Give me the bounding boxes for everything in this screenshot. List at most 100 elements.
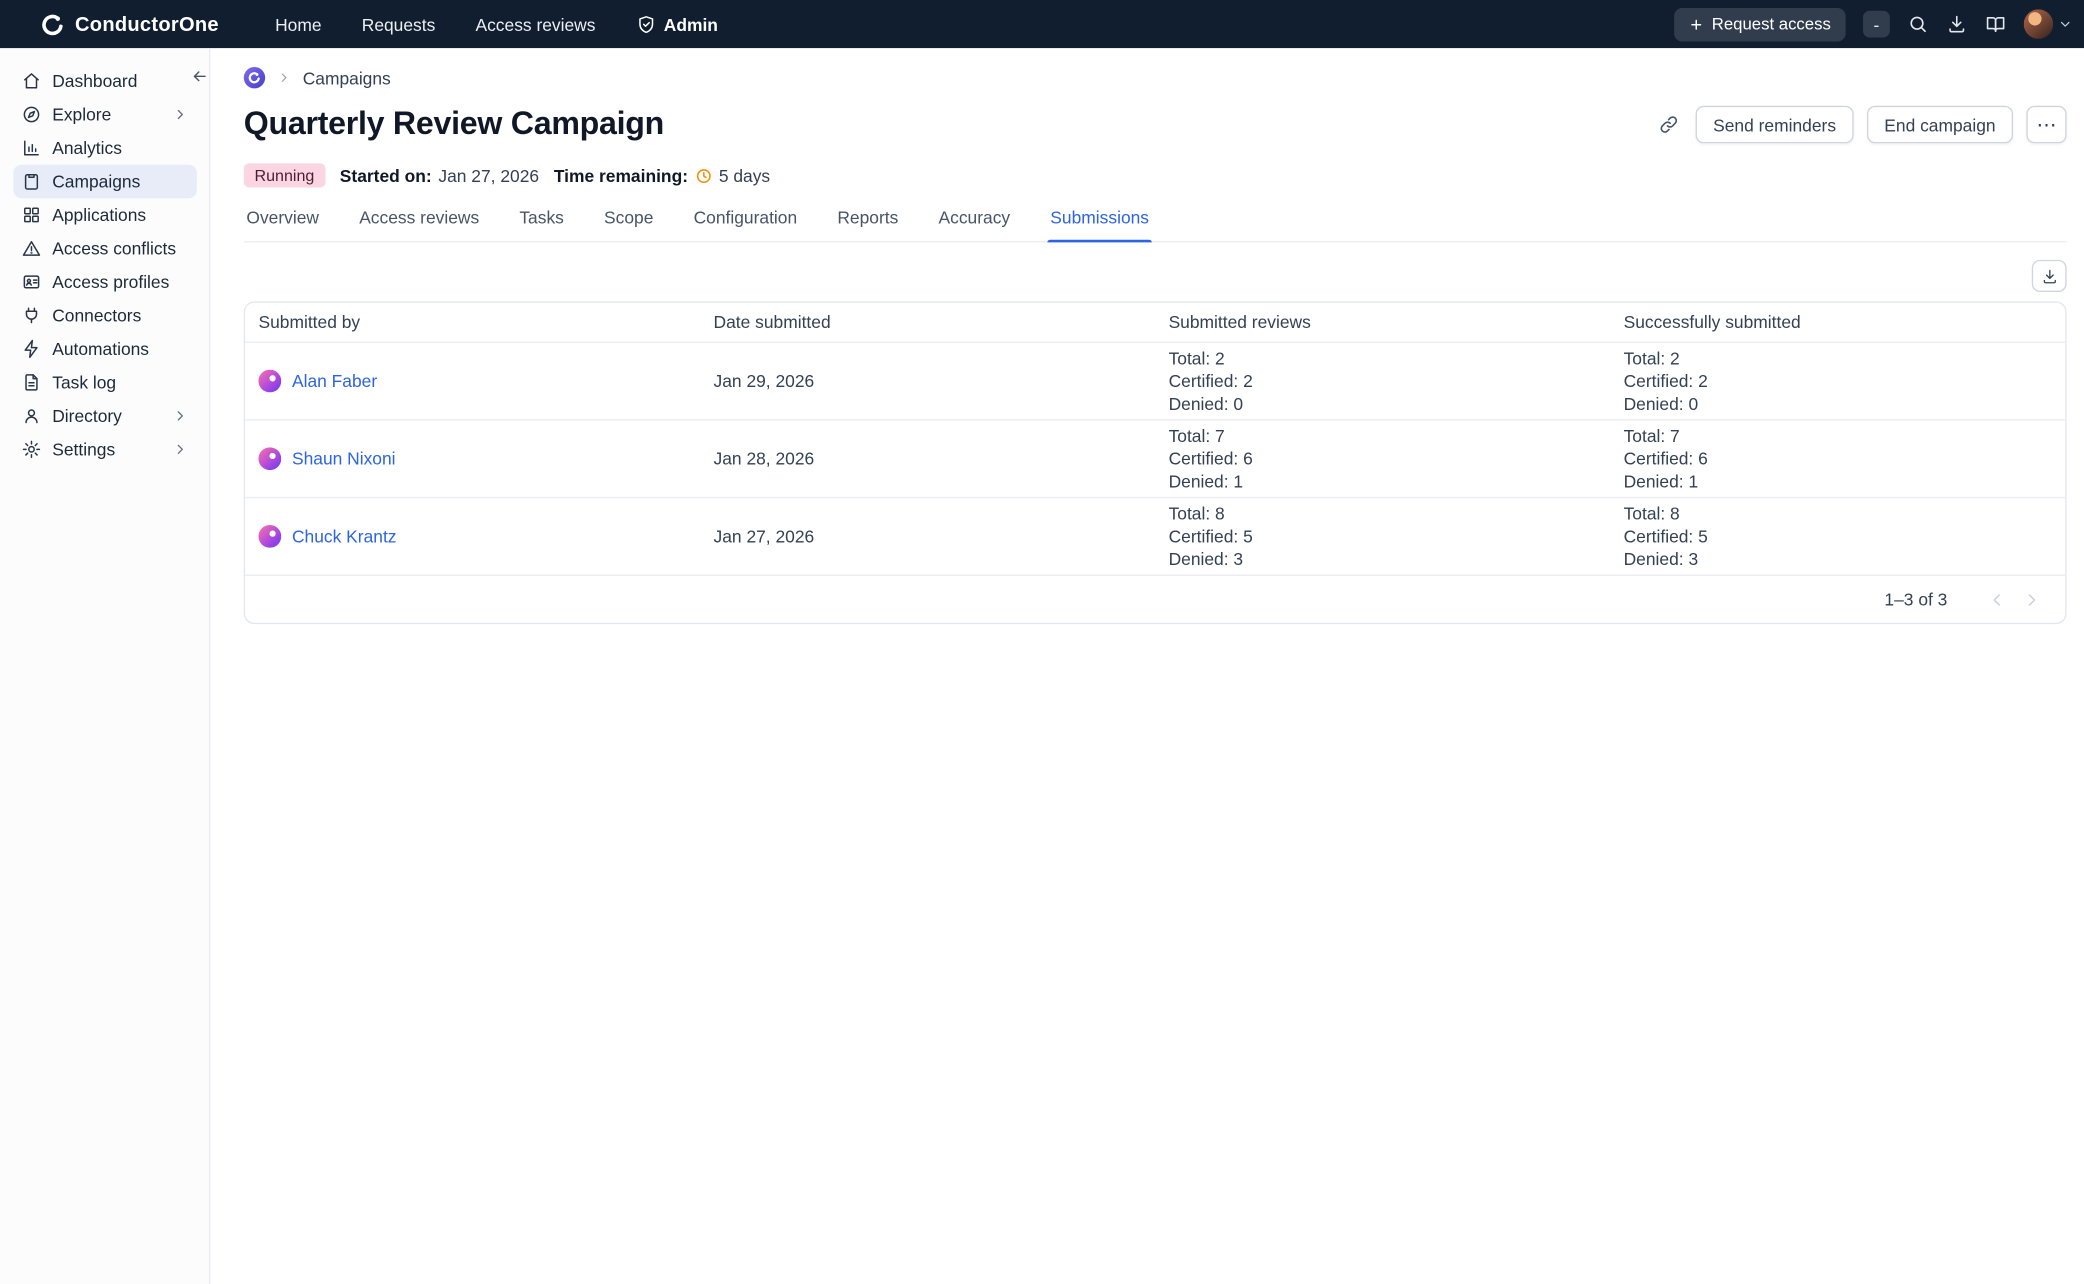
total-line: Total: 7: [1624, 425, 2066, 448]
docs-button[interactable]: [1985, 13, 2006, 34]
next-page-button[interactable]: [2014, 582, 2049, 617]
chevron-down-icon: [2057, 16, 2073, 32]
download-icon: [2040, 267, 2057, 284]
sidebar-item-directory[interactable]: Directory: [13, 399, 196, 432]
total-line: Total: 2: [1624, 347, 2066, 370]
sidebar-item-dashboard[interactable]: Dashboard: [13, 64, 196, 97]
topbar-actions: Request access -: [1674, 7, 2073, 40]
request-access-label: Request access: [1712, 15, 1831, 34]
avatar: [258, 447, 281, 470]
tab-access-reviews[interactable]: Access reviews: [357, 208, 482, 241]
date-cell: Jan 29, 2026: [700, 371, 1155, 391]
arrow-left-icon: [190, 67, 209, 86]
certified-line: Certified: 2: [1624, 370, 2066, 393]
sidebar-item-label: Connectors: [52, 305, 141, 325]
successfully-submitted-cell: Total: 7 Certified: 6 Denied: 1: [1610, 425, 2065, 493]
total-line: Total: 7: [1169, 425, 1611, 448]
chevron-right-icon: [171, 106, 188, 123]
more-actions-button[interactable]: ⋯: [2026, 106, 2066, 144]
submitted-reviews-cell: Total: 7 Certified: 6 Denied: 1: [1155, 425, 1610, 493]
table-row: Shaun Nixoni Jan 28, 2026 Total: 7 Certi…: [245, 419, 2065, 497]
submitted-reviews-cell: Total: 2 Certified: 2 Denied: 0: [1155, 347, 1610, 415]
sidebar-item-access-profiles[interactable]: Access profiles: [13, 265, 196, 298]
pagination-range: 1–3 of 3: [1884, 589, 1947, 609]
avatar: [258, 525, 281, 548]
tab-scope[interactable]: Scope: [601, 208, 656, 241]
shortcut-button[interactable]: -: [1863, 11, 1890, 38]
brand[interactable]: ConductorOne: [40, 11, 219, 36]
denied-line: Denied: 1: [1169, 470, 1611, 493]
tab-accuracy[interactable]: Accuracy: [936, 208, 1013, 241]
total-line: Total: 8: [1169, 502, 1611, 525]
tab-submissions[interactable]: Submissions: [1048, 208, 1152, 241]
tab-configuration[interactable]: Configuration: [691, 208, 800, 241]
sidebar-item-analytics[interactable]: Analytics: [13, 131, 196, 164]
date-cell: Jan 28, 2026: [700, 449, 1155, 469]
home-icon: [21, 71, 41, 91]
time-remaining-label: Time remaining:: [554, 165, 688, 185]
tab-overview[interactable]: Overview: [244, 208, 322, 241]
nav-admin[interactable]: Admin: [636, 14, 718, 34]
started-on-label: Started on:: [340, 165, 432, 185]
sidebar-item-explore[interactable]: Explore: [13, 98, 196, 131]
sidebar-item-task-log[interactable]: Task log: [13, 366, 196, 399]
user-menu[interactable]: [2024, 9, 2074, 38]
submitted-reviews-cell: Total: 8 Certified: 5 Denied: 3: [1155, 502, 1610, 570]
user-avatar: [2024, 9, 2053, 38]
tab-reports[interactable]: Reports: [835, 208, 901, 241]
certified-line: Certified: 5: [1169, 525, 1611, 548]
denied-line: Denied: 0: [1624, 392, 2066, 415]
previous-page-button[interactable]: [1980, 582, 2015, 617]
admin-label: Admin: [664, 14, 718, 34]
shield-check-icon: [636, 14, 656, 34]
tab-tasks[interactable]: Tasks: [517, 208, 567, 241]
file-text-icon: [21, 372, 41, 392]
title-actions: Send reminders End campaign ⋯: [1656, 106, 2067, 144]
submissions-table: Submitted by Date submitted Submitted re…: [244, 301, 2067, 624]
started-on: Started on: Jan 27, 2026: [340, 165, 539, 185]
started-on-value: Jan 27, 2026: [438, 165, 539, 185]
submitted-by-cell: Alan Faber: [245, 370, 700, 393]
chevron-right-icon: [171, 407, 188, 424]
sidebar-item-access-conflicts[interactable]: Access conflicts: [13, 232, 196, 265]
nav-access-reviews[interactable]: Access reviews: [475, 14, 595, 34]
table-toolbar: [244, 260, 2067, 292]
sidebar-item-applications[interactable]: Applications: [13, 198, 196, 231]
denied-line: Denied: 3: [1169, 548, 1611, 571]
certified-line: Certified: 6: [1624, 447, 2066, 470]
end-campaign-button[interactable]: End campaign: [1867, 106, 2013, 144]
topbar: ConductorOne Home Requests Access review…: [0, 0, 2084, 48]
sidebar-item-label: Task log: [52, 372, 116, 392]
grid-icon: [21, 205, 41, 225]
user-link[interactable]: Shaun Nixoni: [292, 449, 396, 469]
book-open-icon: [1985, 13, 2006, 34]
sidebar-collapse-button[interactable]: [188, 64, 212, 88]
sidebar-item-label: Settings: [52, 439, 115, 459]
main-content: Campaigns Quarterly Review Campaign Send…: [210, 48, 2084, 1284]
plus-icon: [1689, 17, 1704, 32]
export-button[interactable]: [2032, 260, 2067, 292]
nav-requests[interactable]: Requests: [362, 14, 436, 34]
sidebar-item-label: Campaigns: [52, 171, 140, 191]
nav-home[interactable]: Home: [275, 14, 321, 34]
sidebar-item-label: Automations: [52, 339, 149, 359]
send-reminders-button[interactable]: Send reminders: [1696, 106, 1854, 144]
tab-bar: Overview Access reviews Tasks Scope Conf…: [244, 208, 2067, 243]
user-link[interactable]: Alan Faber: [292, 371, 377, 391]
time-remaining: Time remaining: 5 days: [554, 165, 770, 185]
sidebar-item-campaigns[interactable]: Campaigns: [13, 165, 196, 198]
certified-line: Certified: 2: [1169, 370, 1611, 393]
search-button[interactable]: [1907, 13, 1928, 34]
request-access-button[interactable]: Request access: [1674, 7, 1845, 40]
copy-link-button[interactable]: [1656, 111, 1683, 138]
downloads-button[interactable]: [1946, 13, 1967, 34]
date-cell: Jan 27, 2026: [700, 526, 1155, 546]
user-link[interactable]: Chuck Krantz: [292, 526, 397, 546]
user-icon: [21, 406, 41, 426]
clock-icon: [695, 167, 712, 184]
sidebar-item-connectors[interactable]: Connectors: [13, 299, 196, 332]
breadcrumb-campaigns[interactable]: Campaigns: [303, 68, 391, 88]
sidebar-item-settings[interactable]: Settings: [13, 433, 196, 466]
table-row: Alan Faber Jan 29, 2026 Total: 2 Certifi…: [245, 342, 2065, 420]
sidebar-item-automations[interactable]: Automations: [13, 332, 196, 365]
